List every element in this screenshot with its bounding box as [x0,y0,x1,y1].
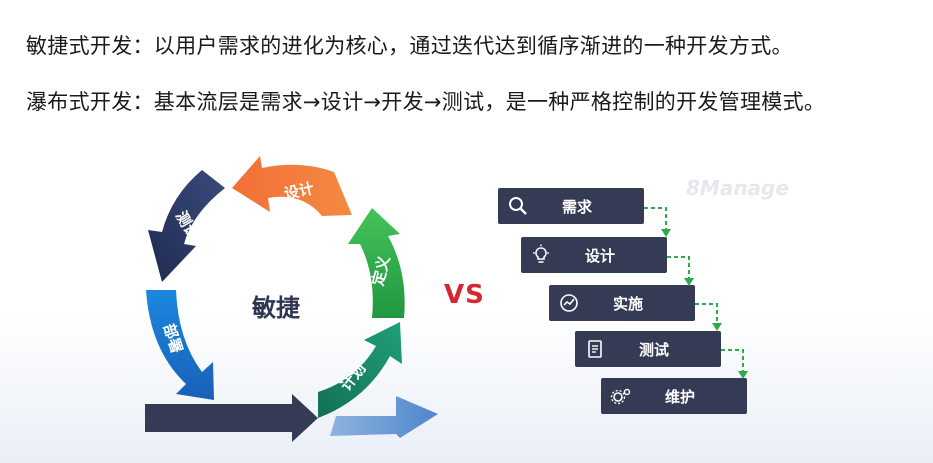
document-icon [575,338,615,360]
waterfall-connector-2 [667,256,694,286]
agile-center-label: 敏捷 [251,294,300,322]
waterfall-connector-1 [644,207,671,237]
waterfall-step-label: 实施 [612,294,643,313]
waterfall-step-requirements: 需求 [498,188,644,224]
waterfall-step-label: 需求 [561,197,592,216]
vs-label: VS [444,280,485,310]
waterfall-step-label: 测试 [638,340,669,359]
gears-icon [601,385,641,407]
lightbulb-icon [521,244,561,266]
base-arrow [145,394,318,442]
waterfall-step-implementation: 实施 [549,285,695,321]
waterfall-connector-3 [695,303,722,331]
waterfall-step-label: 维护 [664,387,695,406]
gauge-icon [549,292,589,314]
agile-cycle-diagram: 设计 测试 部署 定义 计划 敏捷 [145,156,438,442]
waterfall-step-design: 设计 [521,237,667,273]
waterfall-step-label: 设计 [584,246,615,265]
waterfall-connector-4 [721,349,748,379]
brand-watermark: 8Manage [686,176,789,200]
search-icon [498,195,538,217]
waterfall-step-testing: 测试 [575,331,721,367]
waterfall-step-maintenance: 维护 [601,378,747,414]
